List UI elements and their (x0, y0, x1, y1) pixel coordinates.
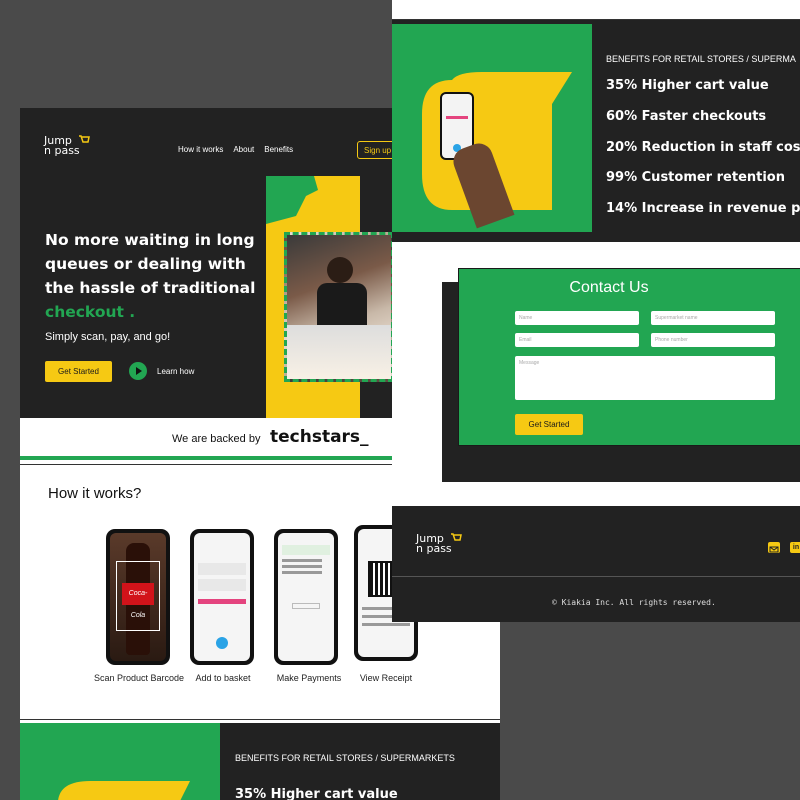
phone-bar (446, 116, 468, 119)
benefit-item-revenue: 14% Increase in revenue per (606, 201, 800, 216)
checkout-bar (198, 599, 246, 604)
deli-counter (287, 325, 391, 379)
linkedin-icon[interactable]: in (790, 542, 800, 553)
payment-screen (278, 533, 334, 661)
name-field[interactable]: Name (515, 311, 639, 325)
phone-payment (274, 529, 338, 665)
hero-green-shape (266, 176, 318, 224)
hero-line3: the hassle of traditional (45, 279, 256, 297)
backed-by-label: We are backed by (172, 433, 261, 445)
scan-frame (116, 561, 160, 631)
hero-heading: No more waiting in long queues or dealin… (45, 228, 255, 324)
scan-button-icon (216, 637, 228, 649)
benefit-item-retention: 99% Customer retention (606, 170, 785, 185)
play-icon[interactable] (129, 362, 147, 380)
phone-field[interactable]: Phone number (651, 333, 775, 347)
brand-logo[interactable]: Jump n pass (44, 135, 90, 157)
benefits-green-panel (392, 24, 592, 232)
hero-subtitle: Simply scan, pay, and go! (45, 331, 171, 343)
basket-screen (194, 533, 250, 661)
nav-about[interactable]: About (233, 145, 254, 154)
supermarket-field[interactable]: Supermarket name (651, 311, 775, 325)
benefits-heading: BENEFITS FOR RETAIL STORES / SUPERMA (606, 54, 796, 64)
scan-screen: Coca-Cola (110, 533, 166, 661)
step-caption-receipt: View Receipt (359, 673, 413, 683)
how-title: How it works? (48, 485, 142, 502)
footer-logo-line2: n pass (416, 542, 452, 555)
phone-scan: Coca-Cola (106, 529, 170, 665)
techstars-logo[interactable]: techstars_ (270, 427, 369, 447)
pay-button (292, 603, 320, 609)
copyright-text: © Kiakia Inc. All rights reserved. (552, 598, 716, 607)
payment-banner (282, 545, 330, 555)
hero-line2: queues or dealing with (45, 255, 246, 273)
benefits-green-panel (20, 723, 220, 800)
footer-divider (392, 576, 800, 577)
benefits-section-left: BENEFITS FOR RETAIL STORES / SUPERMARKET… (20, 723, 500, 800)
nav-how-it-works[interactable]: How it works (178, 145, 223, 154)
learn-how-link[interactable]: Learn how (157, 367, 194, 376)
benefits-heading-left: BENEFITS FOR RETAIL STORES / SUPERMARKET… (235, 753, 455, 763)
main-nav: How it works About Benefits (178, 145, 293, 154)
landing-page-right: BENEFITS FOR RETAIL STORES / SUPERMA 35%… (392, 0, 800, 622)
hero-photo (284, 232, 394, 382)
nav-benefits[interactable]: Benefits (264, 145, 293, 154)
contact-section: Contact Us Name Supermarket name Email P… (392, 242, 800, 506)
contact-submit-button[interactable]: Get Started (515, 414, 583, 435)
person-head (327, 257, 353, 283)
cart-icon (451, 533, 462, 541)
benefit-item-checkouts: 60% Faster checkouts (606, 109, 767, 124)
email-field[interactable]: Email (515, 333, 639, 347)
contact-card: Contact Us Name Supermarket name Email P… (458, 268, 800, 446)
email-icon[interactable] (768, 542, 780, 553)
payment-line (282, 565, 322, 568)
receipt-line (362, 623, 410, 626)
get-started-button[interactable]: Get Started (45, 361, 112, 382)
payment-line (282, 559, 322, 562)
benefit-item-left: 35% Higher cart value (235, 787, 398, 800)
hero-line1: No more waiting in long (45, 231, 255, 249)
benefit-item-cart-value: 35% Higher cart value (606, 78, 769, 93)
benefits-section: BENEFITS FOR RETAIL STORES / SUPERMA 35%… (392, 20, 800, 242)
payment-line (282, 571, 322, 574)
basket-item (198, 563, 246, 575)
hero-highlight: checkout . (45, 303, 136, 321)
cart-icon (79, 135, 90, 143)
benefit-item-staff-costs: 20% Reduction in staff costs (606, 140, 800, 155)
footer-logo[interactable]: Jump n pass (416, 533, 462, 555)
contact-title: Contact Us (569, 279, 649, 296)
basket-item (198, 579, 246, 591)
logo-line2: n pass (44, 144, 80, 157)
message-field[interactable]: Message (515, 356, 775, 400)
site-footer: Jump n pass in © Kiakia Inc. All rights … (392, 506, 800, 622)
phone-basket (190, 529, 254, 665)
step-caption-basket: Add to basket (195, 673, 251, 683)
benefits-yellow-shape (58, 781, 190, 800)
right-top-strip (392, 0, 800, 20)
